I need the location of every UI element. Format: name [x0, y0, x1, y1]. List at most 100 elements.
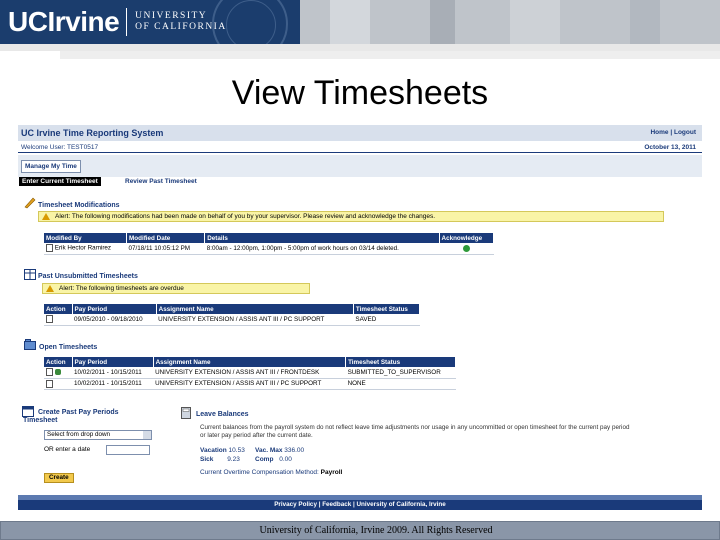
cell-pay-period: 10/02/2011 - 10/15/2011	[72, 378, 154, 390]
col-status: Timesheet Status	[353, 304, 421, 314]
table-header-row: Action Pay Period Assignment Name Timesh…	[44, 304, 421, 314]
warning-icon	[46, 285, 54, 292]
acknowledge-check-icon[interactable]	[462, 244, 470, 252]
university-line-1: UNIVERSITY	[135, 11, 208, 21]
section-create-heading: Create Past Pay Periods Timesheet	[23, 409, 119, 425]
footer-links[interactable]: Privacy Policy | Feedback | University o…	[18, 500, 702, 510]
tab-manage-my-time[interactable]: Manage My Time	[21, 160, 81, 173]
table-row: Erik Hector Ramirez 07/18/11 10:05:12 PM…	[44, 243, 494, 255]
table-row: 10/02/2011 - 10/15/2011 UNIVERSITY EXTEN…	[44, 378, 456, 390]
unsubmitted-alert: Alert: The following timesheets are over…	[42, 283, 310, 294]
comp-label: Comp	[255, 456, 274, 463]
col-pay-period: Pay Period	[72, 357, 154, 367]
copyright-bar: University of California, Irvine 2009. A…	[0, 521, 720, 540]
header-rule	[0, 44, 720, 51]
date-input[interactable]	[106, 445, 150, 455]
modifications-table: Modified By Modified Date Details Acknow…	[44, 233, 495, 255]
cell-pay-period: 10/02/2011 - 10/15/2011	[72, 367, 154, 379]
cell-details: 8:00am - 12:00pm, 1:00pm - 5:00pm of wor…	[204, 243, 440, 255]
sick-value: 9.23	[227, 456, 240, 463]
col-modified-date: Modified Date	[126, 233, 206, 243]
header-banner: UCIrvine UNIVERSITY OF CALIFORNIA	[0, 0, 720, 44]
welcome-text: Welcome User: TEST0517	[21, 144, 99, 151]
cell-assignment: UNIVERSITY EXTENSION / ASSIS ANT III / P…	[153, 378, 346, 390]
vac-max-label: Vac. Max	[255, 447, 283, 454]
vacation-value: 10.53	[228, 447, 245, 454]
col-modified-by: Modified By	[44, 233, 128, 243]
cell-status: NONE	[345, 378, 456, 390]
university-seal-icon	[212, 0, 288, 44]
col-details: Details	[204, 233, 440, 243]
open-document-icon[interactable]	[46, 315, 53, 324]
create-heading-line-2: Timesheet	[23, 417, 58, 424]
edit-icon[interactable]	[55, 369, 61, 376]
cell-assignment: UNIVERSITY EXTENSION / ASSIS ANT III / F…	[153, 367, 346, 379]
vac-max-balance: Vac. Max 336.00	[255, 447, 304, 454]
app-title: UC Irvine Time Reporting System	[21, 128, 164, 138]
pay-period-select-value: Select from drop down	[47, 431, 110, 438]
cell-acknowledge	[439, 243, 494, 255]
modified-by-value: Erik Hector Ramirez	[54, 244, 112, 252]
col-status: Timesheet Status	[345, 357, 456, 367]
subnav-review-past[interactable]: Review Past Timesheet	[125, 178, 197, 185]
cell-action	[44, 314, 72, 326]
open-table: Action Pay Period Assignment Name Timesh…	[44, 357, 456, 390]
logo-divider	[126, 8, 128, 36]
pencil-icon	[24, 197, 36, 209]
unsubmitted-alert-text: Alert: The following timesheets are over…	[59, 285, 184, 292]
col-action: Action	[44, 357, 73, 367]
modifications-alert-text: Alert: The following modifications had b…	[55, 213, 435, 220]
col-pay-period: Pay Period	[72, 304, 157, 314]
open-folder-icon	[24, 339, 36, 350]
pay-period-select[interactable]: Select from drop down	[44, 430, 152, 440]
current-date: October 13, 2011	[644, 144, 696, 151]
section-leave-heading: Leave Balances	[196, 411, 249, 418]
open-document-icon[interactable]	[46, 379, 53, 388]
brand-name: UCIrvine	[8, 6, 120, 37]
table-header-row: Modified By Modified Date Details Acknow…	[44, 233, 495, 243]
sick-label: Sick	[200, 456, 214, 463]
table-row: 10/02/2011 - 10/15/2011 UNIVERSITY EXTEN…	[44, 367, 456, 379]
app-title-bar: UC Irvine Time Reporting System Home | L…	[18, 125, 702, 141]
subnav: Enter Current Timesheet Review Past Time…	[18, 177, 702, 186]
table-icon	[24, 269, 36, 280]
welcome-bar: Welcome User: TEST0517 October 13, 2011	[18, 141, 702, 153]
cell-status: SUBMITTED_TO_SUPERVISOR	[345, 367, 456, 379]
cell-action	[44, 378, 72, 390]
modifications-alert: Alert: The following modifications had b…	[38, 211, 664, 222]
cell-modified-date: 07/18/11 10:05:12 PM	[126, 243, 205, 255]
unsubmitted-table: Action Pay Period Assignment Name Timesh…	[44, 304, 421, 326]
cell-modified-by: Erik Hector Ramirez	[44, 243, 127, 255]
home-logout-links[interactable]: Home | Logout	[650, 129, 696, 136]
warning-icon	[42, 213, 50, 220]
section-open-heading: Open Timesheets	[39, 344, 98, 351]
subnav-enter-current[interactable]: Enter Current Timesheet	[19, 177, 101, 186]
uci-logo: UCIrvine UNIVERSITY OF CALIFORNIA	[8, 4, 227, 40]
overtime-label: Current Overtime Compensation Method:	[200, 469, 319, 476]
vacation-balance: Vacation 10.53	[200, 447, 245, 454]
create-heading-line-1: Create Past Pay Periods	[38, 409, 119, 416]
open-document-icon[interactable]	[46, 368, 53, 377]
leave-balance-note: Current balances from the payroll system…	[200, 424, 630, 439]
create-button[interactable]: Create	[44, 473, 74, 483]
cell-status: SAVED	[353, 314, 420, 326]
sick-balance: Sick 9.23	[200, 456, 240, 463]
calendar-icon	[22, 406, 34, 417]
or-enter-date-label: OR enter a date	[44, 446, 91, 453]
section-unsubmitted-heading: Past Unsubmitted Timesheets	[38, 273, 138, 280]
col-assignment: Assignment Name	[156, 304, 354, 314]
section-modifications-heading: Timesheet Modifications	[38, 202, 120, 209]
calculator-icon	[181, 407, 191, 419]
comp-balance: Comp 0.00	[255, 456, 292, 463]
header-rule-shadow	[60, 51, 720, 59]
overtime-value: Payroll	[320, 469, 343, 476]
cell-pay-period: 09/05/2010 - 09/18/2010	[72, 314, 157, 326]
comp-value: 0.00	[279, 456, 292, 463]
col-acknowledge: Acknowledge	[439, 233, 495, 243]
chevron-down-icon[interactable]	[143, 431, 151, 439]
cell-assignment: UNIVERSITY EXTENSION / ASSIS ANT III / P…	[156, 314, 354, 326]
banner-photo	[300, 0, 720, 44]
copyright-text: University of California, Irvine 2009. A…	[259, 525, 493, 536]
slide-title: View Timesheets	[231, 74, 489, 112]
vac-max-value: 336.00	[284, 447, 305, 454]
